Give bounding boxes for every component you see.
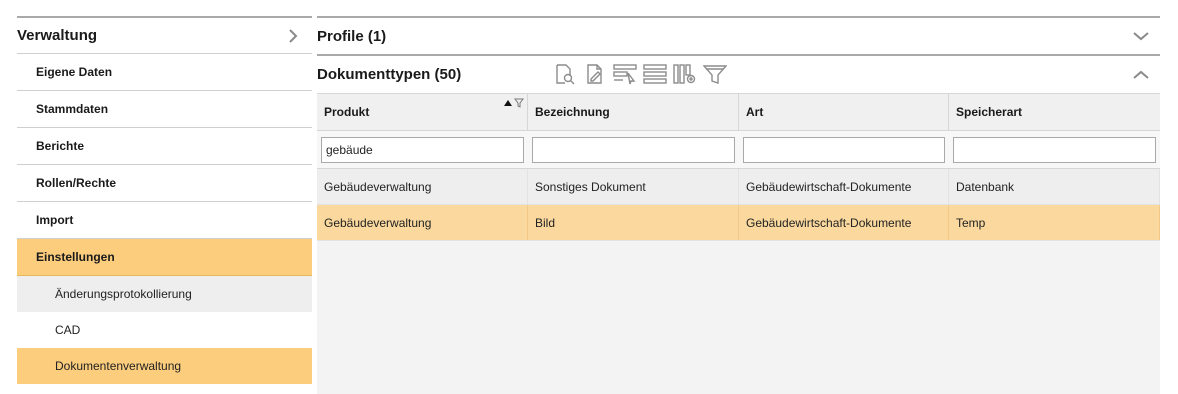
sidebar-item-label: Stammdaten — [36, 102, 109, 116]
sidebar-item-stammdaten[interactable]: Stammdaten — [17, 91, 312, 128]
sort-filter-indicator[interactable] — [504, 98, 524, 108]
sidebar-subitem-label: Änderungsprotokollierung — [55, 287, 192, 301]
sidebar: Verwaltung Eigene Daten Stammdaten Beric… — [17, 16, 312, 384]
sidebar-subitem-label: Dokumentenverwaltung — [55, 359, 182, 373]
sidebar-item-berichte[interactable]: Berichte — [17, 128, 312, 165]
column-header-art[interactable]: Art — [739, 94, 949, 130]
table-cell: Gebäudeverwaltung — [317, 169, 528, 204]
column-header-label: Speicherart — [956, 105, 1023, 119]
column-header-label: Art — [746, 105, 764, 119]
filter-cell-bezeichnung — [528, 131, 739, 168]
column-header-bezeichnung[interactable]: Bezeichnung — [528, 94, 739, 130]
table-row[interactable]: Gebäudeverwaltung Sonstiges Dokument Geb… — [317, 169, 1160, 205]
sidebar-subitem-label: CAD — [55, 323, 81, 337]
column-settings-icon[interactable] — [673, 62, 697, 86]
filter-cell-art — [739, 131, 949, 168]
sidebar-item-label: Rollen/Rechte — [36, 176, 117, 190]
sidebar-subitem-dokumentenverwaltung[interactable]: Dokumentenverwaltung — [17, 348, 312, 384]
table-cell: Gebäudewirtschaft-Dokumente — [739, 169, 949, 204]
doctypes-table: Produkt Bezeichnung Art Speicherart Gebä… — [317, 93, 1160, 394]
document-edit-icon[interactable] — [583, 62, 607, 86]
doctypes-toolbar — [553, 62, 727, 86]
sidebar-item-import[interactable]: Import — [17, 202, 312, 239]
list-icon[interactable] — [643, 62, 667, 86]
column-header-label: Bezeichnung — [535, 105, 610, 119]
sidebar-subitem-cad[interactable]: CAD — [17, 312, 312, 348]
sidebar-item-einstellungen[interactable]: Einstellungen — [17, 239, 312, 276]
profile-panel-title: Profile (1) — [317, 27, 387, 45]
profile-panel-header[interactable]: Profile (1) — [317, 16, 1160, 54]
sidebar-item-label: Berichte — [36, 139, 85, 153]
filter-input-speicherart[interactable] — [953, 136, 1156, 163]
table-cell: Sonstiges Dokument — [528, 169, 739, 204]
column-header-produkt[interactable]: Produkt — [317, 94, 528, 130]
chevron-right-icon[interactable] — [282, 25, 304, 47]
table-header: Produkt Bezeichnung Art Speicherart — [317, 94, 1160, 131]
table-cell: Gebäudeverwaltung — [317, 205, 528, 240]
sort-ascending-icon[interactable] — [504, 100, 512, 106]
table-cell: Temp — [949, 205, 1160, 240]
table-cell: Datenbank — [949, 169, 1160, 204]
column-header-speicherart[interactable]: Speicherart — [949, 94, 1160, 130]
sidebar-header[interactable]: Verwaltung — [17, 16, 312, 54]
filter-input-art[interactable] — [743, 136, 945, 163]
table-row-selected[interactable]: Gebäudeverwaltung Bild Gebäudewirtschaft… — [317, 205, 1160, 241]
table-cell: Gebäudewirtschaft-Dokumente — [739, 205, 949, 240]
column-header-label: Produkt — [324, 105, 370, 119]
sidebar-title: Verwaltung — [17, 27, 98, 44]
chevron-down-icon[interactable] — [1130, 25, 1152, 47]
filter-cell-produkt — [317, 131, 528, 168]
doctypes-panel-header: Dokumenttypen (50) — [317, 54, 1160, 93]
sidebar-item-label: Einstellungen — [36, 250, 115, 264]
filter-row — [317, 131, 1160, 169]
sidebar-subitem-aenderungsprotokollierung[interactable]: Änderungsprotokollierung — [17, 276, 312, 312]
column-filter-icon[interactable] — [514, 98, 524, 108]
chevron-up-icon[interactable] — [1130, 64, 1152, 86]
row-select-icon[interactable] — [613, 62, 637, 86]
table-cell: Bild — [528, 205, 739, 240]
sidebar-item-rollen-rechte[interactable]: Rollen/Rechte — [17, 165, 312, 202]
filter-input-produkt[interactable] — [321, 136, 524, 163]
sidebar-item-label: Import — [36, 213, 74, 227]
doctypes-panel-title: Dokumenttypen (50) — [317, 66, 462, 83]
sidebar-item-label: Eigene Daten — [36, 65, 113, 79]
filter-icon[interactable] — [703, 62, 727, 86]
filter-cell-speicherart — [949, 131, 1160, 168]
filter-input-bezeichnung[interactable] — [532, 136, 735, 163]
document-search-icon[interactable] — [553, 62, 577, 86]
sidebar-item-eigene-daten[interactable]: Eigene Daten — [17, 54, 312, 91]
main-content: Profile (1) Dokumenttypen (50) Produkt B… — [317, 16, 1160, 394]
